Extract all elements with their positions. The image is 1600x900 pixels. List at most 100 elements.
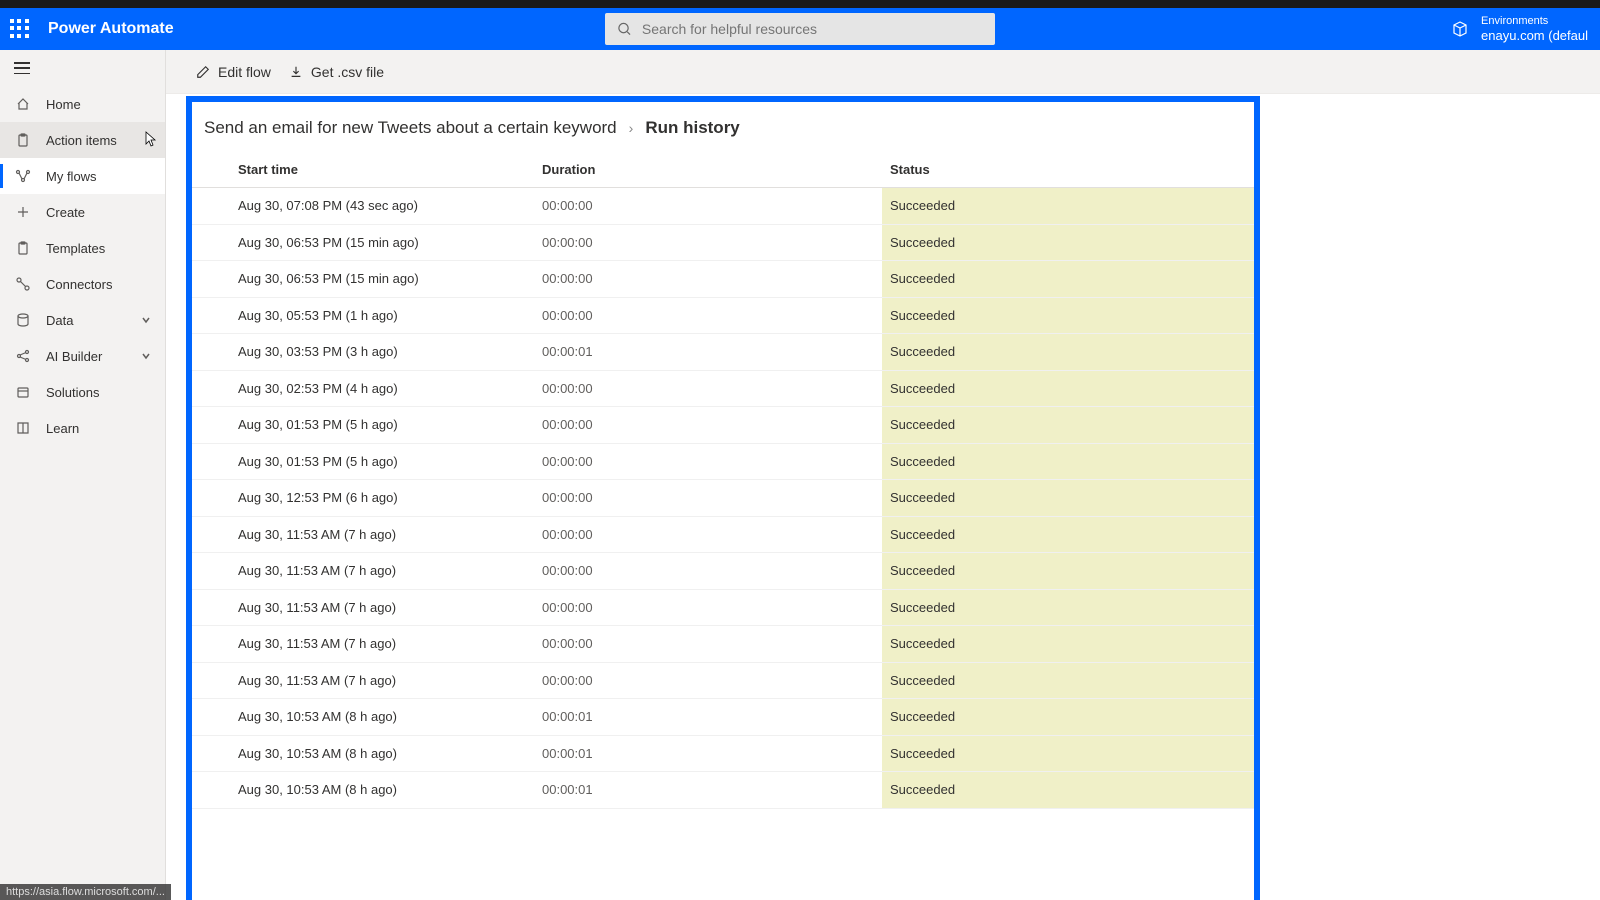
table-row[interactable]: Aug 30, 10:53 AM (8 h ago)00:00:01Succee… <box>192 736 1254 773</box>
cell-start-time: Aug 30, 03:53 PM (3 h ago) <box>192 344 542 359</box>
environment-picker[interactable]: Environments enayu.com (defaul <box>1451 15 1588 44</box>
cell-start-time: Aug 30, 11:53 AM (7 h ago) <box>192 527 542 542</box>
sidebar-item-home[interactable]: Home <box>0 86 165 122</box>
cell-duration: 00:00:00 <box>542 673 882 688</box>
cell-start-time: Aug 30, 01:53 PM (5 h ago) <box>192 417 542 432</box>
sidebar-item-action-items[interactable]: Action items <box>0 122 165 158</box>
clipboard-icon <box>14 239 32 257</box>
cell-status: Succeeded <box>882 626 1254 662</box>
nav-collapse-button[interactable] <box>0 50 165 86</box>
sidebar-item-label: Data <box>46 313 73 328</box>
table-row[interactable]: Aug 30, 03:53 PM (3 h ago)00:00:01Succee… <box>192 334 1254 371</box>
table-row[interactable]: Aug 30, 11:53 AM (7 h ago)00:00:00Succee… <box>192 590 1254 627</box>
table-row[interactable]: Aug 30, 01:53 PM (5 h ago)00:00:00Succee… <box>192 444 1254 481</box>
sidebar-item-label: Templates <box>46 241 105 256</box>
sidebar-item-create[interactable]: Create <box>0 194 165 230</box>
table-row[interactable]: Aug 30, 05:53 PM (1 h ago)00:00:00Succee… <box>192 298 1254 335</box>
col-header-duration[interactable]: Duration <box>542 162 882 177</box>
edit-flow-button[interactable]: Edit flow <box>196 64 271 80</box>
search-input[interactable] <box>642 21 983 37</box>
cell-start-time: Aug 30, 10:53 AM (8 h ago) <box>192 782 542 797</box>
cell-start-time: Aug 30, 11:53 AM (7 h ago) <box>192 600 542 615</box>
sidebar-item-data[interactable]: Data <box>0 302 165 338</box>
cell-start-time: Aug 30, 02:53 PM (4 h ago) <box>192 381 542 396</box>
table-row[interactable]: Aug 30, 02:53 PM (4 h ago)00:00:00Succee… <box>192 371 1254 408</box>
sidebar-item-learn[interactable]: Learn <box>0 410 165 446</box>
sidebar-item-connectors[interactable]: Connectors <box>0 266 165 302</box>
connector-icon <box>14 275 32 293</box>
main-content: Edit flow Get .csv file Send an email fo… <box>166 50 1600 900</box>
table-row[interactable]: Aug 30, 06:53 PM (15 min ago)00:00:00Suc… <box>192 261 1254 298</box>
browser-chrome <box>0 0 1600 8</box>
sidebar-item-label: Solutions <box>46 385 99 400</box>
sidebar-item-my-flows[interactable]: My flows <box>0 158 165 194</box>
book-icon <box>14 419 32 437</box>
table-row[interactable]: Aug 30, 11:53 AM (7 h ago)00:00:00Succee… <box>192 626 1254 663</box>
cell-status: Succeeded <box>882 225 1254 261</box>
cell-start-time: Aug 30, 12:53 PM (6 h ago) <box>192 490 542 505</box>
header: Power Automate Environments enayu.com (d… <box>0 8 1600 50</box>
cell-status: Succeeded <box>882 261 1254 297</box>
cell-start-time: Aug 30, 11:53 AM (7 h ago) <box>192 563 542 578</box>
table-row[interactable]: Aug 30, 11:53 AM (7 h ago)00:00:00Succee… <box>192 553 1254 590</box>
table-row[interactable]: Aug 30, 10:53 AM (8 h ago)00:00:01Succee… <box>192 772 1254 809</box>
hamburger-icon <box>14 62 30 74</box>
cell-status: Succeeded <box>882 663 1254 699</box>
cell-duration: 00:00:01 <box>542 746 882 761</box>
toolbar: Edit flow Get .csv file <box>166 50 1600 94</box>
sidebar-item-solutions[interactable]: Solutions <box>0 374 165 410</box>
cell-status: Succeeded <box>882 553 1254 589</box>
breadcrumb-parent[interactable]: Send an email for new Tweets about a cer… <box>204 118 617 138</box>
cell-duration: 00:00:01 <box>542 709 882 724</box>
search-icon <box>617 21 632 37</box>
flow-icon <box>14 167 32 185</box>
db-icon <box>14 311 32 329</box>
breadcrumb-current: Run history <box>645 118 739 138</box>
sidebar-item-ai-builder[interactable]: AI Builder <box>0 338 165 374</box>
env-label: Environments <box>1481 15 1588 28</box>
app-launcher-icon[interactable] <box>10 19 30 39</box>
chevron-right-icon: › <box>629 120 634 136</box>
search-box[interactable] <box>605 13 995 45</box>
get-csv-button[interactable]: Get .csv file <box>289 64 384 80</box>
cell-status: Succeeded <box>882 517 1254 553</box>
download-icon <box>289 65 303 79</box>
table-row[interactable]: Aug 30, 10:53 AM (8 h ago)00:00:01Succee… <box>192 699 1254 736</box>
table-row[interactable]: Aug 30, 01:53 PM (5 h ago)00:00:00Succee… <box>192 407 1254 444</box>
table-row[interactable]: Aug 30, 12:53 PM (6 h ago)00:00:00Succee… <box>192 480 1254 517</box>
cell-duration: 00:00:00 <box>542 198 882 213</box>
cell-start-time: Aug 30, 06:53 PM (15 min ago) <box>192 271 542 286</box>
cursor-icon <box>143 130 159 150</box>
cell-duration: 00:00:00 <box>542 600 882 615</box>
cell-status: Succeeded <box>882 407 1254 443</box>
chevron-down-icon <box>141 351 151 361</box>
cell-duration: 00:00:00 <box>542 381 882 396</box>
cell-status: Succeeded <box>882 298 1254 334</box>
sidebar-item-templates[interactable]: Templates <box>0 230 165 266</box>
brand-title[interactable]: Power Automate <box>48 20 174 38</box>
cell-duration: 00:00:00 <box>542 636 882 651</box>
ai-icon <box>14 347 32 365</box>
col-header-start[interactable]: Start time <box>192 162 542 177</box>
environment-icon <box>1451 20 1469 38</box>
table-row[interactable]: Aug 30, 11:53 AM (7 h ago)00:00:00Succee… <box>192 517 1254 554</box>
cell-start-time: Aug 30, 07:08 PM (43 sec ago) <box>192 198 542 213</box>
sidebar-item-label: AI Builder <box>46 349 102 364</box>
breadcrumb: Send an email for new Tweets about a cer… <box>192 102 1254 150</box>
cell-duration: 00:00:00 <box>542 454 882 469</box>
cell-duration: 00:00:00 <box>542 271 882 286</box>
sidebar-item-label: My flows <box>46 169 97 184</box>
table-header: Start time Duration Status <box>192 150 1254 188</box>
table-row[interactable]: Aug 30, 06:53 PM (15 min ago)00:00:00Suc… <box>192 225 1254 262</box>
cell-start-time: Aug 30, 10:53 AM (8 h ago) <box>192 709 542 724</box>
col-header-status[interactable]: Status <box>882 162 1254 177</box>
table-row[interactable]: Aug 30, 11:53 AM (7 h ago)00:00:00Succee… <box>192 663 1254 700</box>
pencil-icon <box>196 65 210 79</box>
cell-start-time: Aug 30, 01:53 PM (5 h ago) <box>192 454 542 469</box>
cell-status: Succeeded <box>882 334 1254 370</box>
cell-start-time: Aug 30, 06:53 PM (15 min ago) <box>192 235 542 250</box>
table-row[interactable]: Aug 30, 07:08 PM (43 sec ago)00:00:00Suc… <box>192 188 1254 225</box>
cell-duration: 00:00:00 <box>542 490 882 505</box>
cell-start-time: Aug 30, 11:53 AM (7 h ago) <box>192 636 542 651</box>
cell-duration: 00:00:00 <box>542 308 882 323</box>
